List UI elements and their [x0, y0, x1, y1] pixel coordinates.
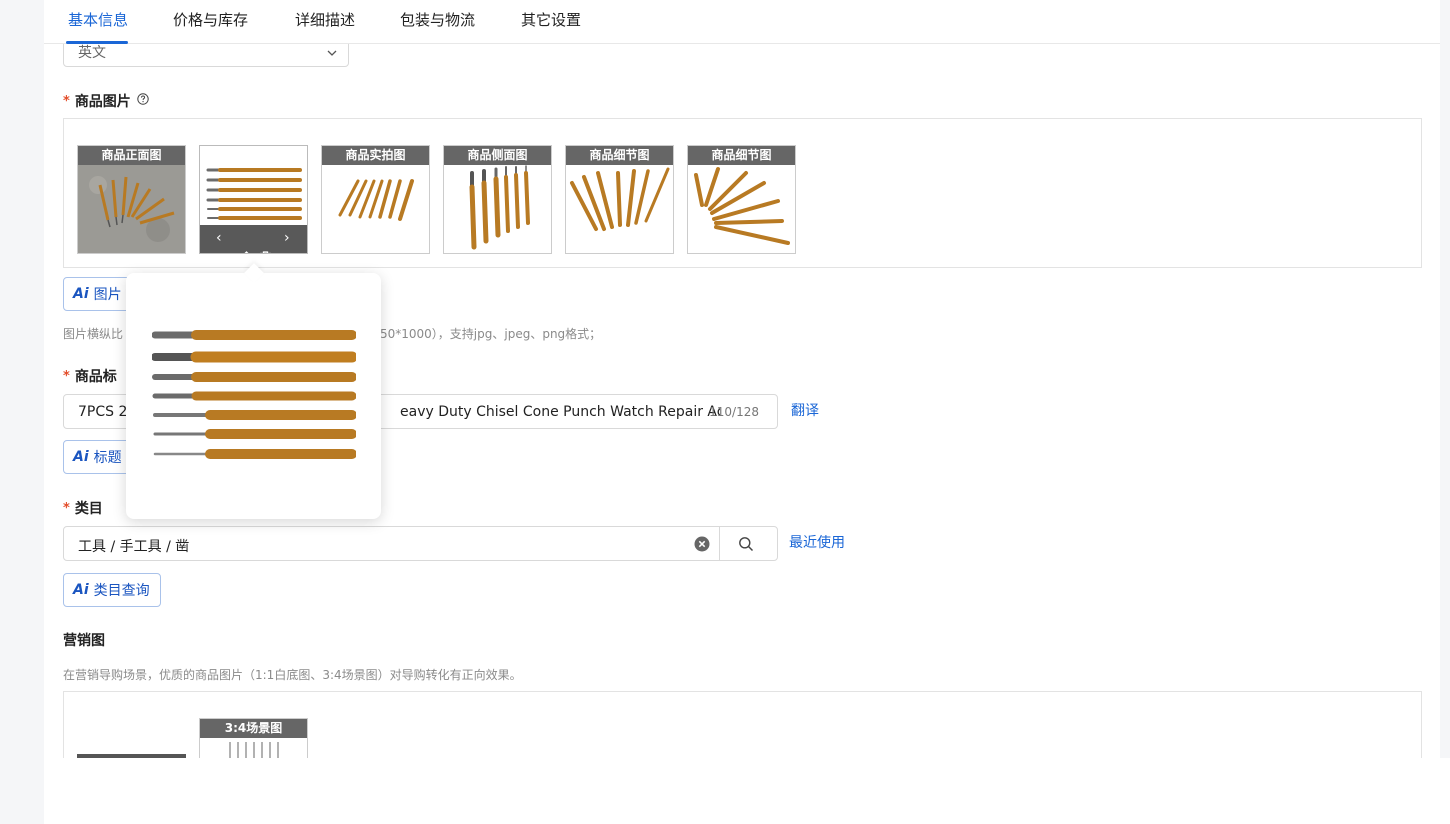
- product-image-gallery: 商品正面图 ‹ › 商品实拍图 商品侧面图 商品细节图 商品细节图: [63, 118, 1422, 268]
- thumbnail-action-bar: ‹ ›: [200, 225, 307, 253]
- ai-icon: Ai: [73, 286, 89, 302]
- tab-price-stock[interactable]: 价格与库存: [173, 9, 248, 30]
- image-hint-right: 50*1000），支持jpg、jpeg、png格式；: [380, 327, 602, 341]
- product-photo: [694, 167, 790, 245]
- thumbnail-caption: 商品正面图: [78, 146, 185, 165]
- ai-icon: Ai: [73, 582, 89, 598]
- tab-basic-info[interactable]: 基本信息: [68, 9, 128, 30]
- thumbnail-caption: 商品侧面图: [444, 146, 551, 165]
- product-photo: [570, 167, 670, 231]
- chevron-left-icon[interactable]: ‹: [216, 230, 222, 246]
- ai-category-search-button[interactable]: Ai 类目查询: [63, 573, 161, 607]
- product-thumbnail-selected[interactable]: ‹ ›: [199, 145, 308, 254]
- category-input[interactable]: 工具 / 手工具 / 凿: [63, 526, 778, 561]
- product-thumbnail[interactable]: 商品正面图: [77, 145, 186, 254]
- clear-icon[interactable]: [694, 536, 710, 556]
- tab-other-settings[interactable]: 其它设置: [521, 9, 581, 30]
- bottom-overlay: [46, 758, 1450, 824]
- product-thumbnail[interactable]: 商品侧面图: [443, 145, 552, 254]
- question-circle-icon[interactable]: [137, 93, 149, 109]
- product-thumbnail[interactable]: 商品实拍图: [321, 145, 430, 254]
- language-value: 英文: [78, 45, 106, 61]
- marketing-hint: 在营销导购场景，优质的商品图片（1:1白底图、3:4场景图）对导购转化有正向效果…: [63, 668, 522, 682]
- product-thumbnail[interactable]: 商品细节图: [687, 145, 796, 254]
- title-value-right: eavy Duty Chisel Cone Punch Watch Repair…: [400, 404, 720, 420]
- tab-description[interactable]: 详细描述: [295, 9, 355, 30]
- recent-used-link[interactable]: 最近使用: [789, 532, 845, 552]
- tab-bar: 基本信息 价格与库存 详细描述 包装与物流 其它设置: [44, 0, 1440, 44]
- input-divider: [719, 527, 720, 560]
- product-images-label: * 商品图片: [63, 91, 149, 111]
- marketing-images-label: 营销图: [63, 633, 105, 649]
- thumbnail-caption: 3:4场景图: [200, 719, 307, 738]
- category-label: * 类目: [63, 500, 103, 518]
- thumbnail-caption: 商品细节图: [688, 146, 795, 165]
- product-thumbnail[interactable]: 商品细节图: [565, 145, 674, 254]
- ai-title-button[interactable]: Ai 标题: [63, 440, 133, 474]
- thumbnail-caption: 商品细节图: [566, 146, 673, 165]
- active-tab-indicator: [66, 41, 128, 44]
- image-hint-left: 图片横纵比: [63, 327, 124, 341]
- ai-image-button[interactable]: Ai 图片: [63, 277, 133, 311]
- product-photo: [469, 165, 530, 250]
- category-value: 工具 / 手工具 / 凿: [78, 539, 190, 555]
- preview-large-image: [152, 330, 356, 459]
- product-form-panel: 基本信息 价格与库存 详细描述 包装与物流 其它设置 英文 * 商品图片 商品正…: [44, 0, 1450, 824]
- thumbnail-caption: 商品实拍图: [322, 146, 429, 165]
- search-icon[interactable]: [738, 536, 754, 556]
- image-preview-popover: [126, 263, 381, 519]
- chevron-down-icon: [326, 44, 338, 63]
- product-photo: [78, 165, 185, 253]
- ai-icon: Ai: [73, 449, 89, 465]
- tab-packaging-logistics[interactable]: 包装与物流: [400, 9, 475, 30]
- chevron-right-icon[interactable]: ›: [284, 230, 290, 246]
- translate-link[interactable]: 翻译: [791, 400, 819, 420]
- title-char-counter: 110/128: [709, 405, 759, 419]
- product-title-label: * 商品标: [63, 368, 117, 386]
- product-photo: [338, 179, 414, 221]
